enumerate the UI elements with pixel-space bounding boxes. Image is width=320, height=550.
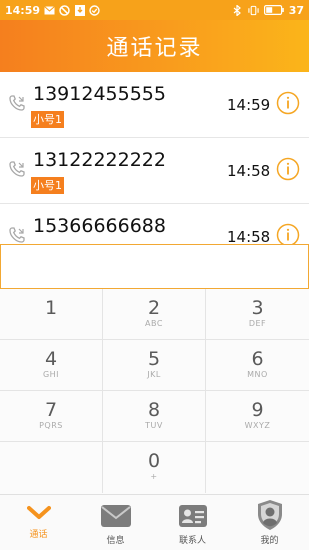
tab-messages[interactable]: 信息 (77, 495, 154, 550)
bluetooth-icon (232, 4, 243, 16)
key-digit: 8 (147, 399, 161, 421)
key-digit: 1 (44, 297, 58, 319)
phone-call-icon (8, 226, 26, 244)
key-4[interactable]: 4 GHI (0, 340, 103, 391)
key-letters: DEF (248, 319, 267, 328)
dial-number-input[interactable] (0, 244, 309, 289)
key-letters: PQRS (39, 421, 63, 430)
line-tag-badge: 小号1 (31, 177, 64, 194)
call-log-list[interactable]: 13912455555 小号1 14:59 13122222222 小号1 14… (0, 72, 309, 247)
key-letters: MNO (247, 370, 268, 379)
call-time: 14:58 (227, 162, 271, 180)
key-0[interactable]: 0 + (103, 442, 206, 493)
phone-call-icon (8, 160, 26, 178)
call-number: 15366666688 (33, 215, 166, 237)
envelope-icon (100, 504, 132, 532)
tab-label: 联系人 (178, 536, 206, 546)
key-blank-left[interactable] (0, 442, 103, 493)
contact-card-icon (178, 504, 208, 532)
key-6[interactable]: 6 MNO (206, 340, 309, 391)
key-3[interactable]: 3 DEF (206, 289, 309, 340)
key-letters: JKL (147, 370, 161, 379)
key-7[interactable]: 7 PQRS (0, 391, 103, 442)
download-icon (74, 4, 85, 16)
key-8[interactable]: 8 TUV (103, 391, 206, 442)
key-letters: GHI (42, 370, 60, 379)
key-digit: 7 (44, 399, 58, 421)
key-letters: WXYZ (244, 421, 271, 430)
battery-level: 37 (288, 3, 304, 17)
key-9[interactable]: 9 WXYZ (206, 391, 309, 442)
tab-label: 我的 (260, 536, 279, 546)
key-letters: + (150, 472, 158, 481)
tab-label: 信息 (106, 536, 125, 546)
phone-call-icon (8, 94, 26, 112)
shield-avatar-icon (256, 499, 284, 535)
call-number: 13912455555 (33, 83, 166, 105)
dial-keypad: 1 2 ABC 3 DEF 4 GHI 5 JKL 6 MNO 7 PQRS 8… (0, 289, 309, 494)
vibrate-icon (248, 5, 259, 16)
key-2[interactable]: 2 ABC (103, 289, 206, 340)
tab-contacts[interactable]: 联系人 (154, 495, 231, 550)
block-icon (59, 4, 70, 16)
call-log-row[interactable]: 13912455555 小号1 14:59 (0, 72, 309, 138)
key-digit: 2 (147, 297, 161, 319)
key-5[interactable]: 5 JKL (103, 340, 206, 391)
call-time: 14:59 (227, 96, 271, 114)
key-digit: 9 (251, 399, 264, 421)
info-icon[interactable] (276, 91, 300, 115)
key-digit: 5 (147, 348, 161, 370)
key-digit: 4 (44, 348, 58, 370)
tab-profile[interactable]: 我的 (231, 495, 308, 550)
call-log-row[interactable]: 13122222222 小号1 14:58 (0, 138, 309, 204)
bottom-tab-bar: 通话 信息 联系人 我的 (0, 494, 309, 550)
tab-calls[interactable]: 通话 (0, 495, 77, 550)
call-log-row[interactable]: 15366666688 14:58 (0, 204, 309, 247)
tab-label: 通话 (29, 530, 48, 540)
key-blank-right[interactable] (206, 442, 309, 493)
key-digit: 0 (147, 450, 161, 472)
battery-icon (263, 5, 284, 16)
info-icon[interactable] (276, 157, 300, 181)
key-digit: 3 (251, 297, 264, 319)
status-time: 14:59 (5, 3, 41, 17)
key-letters: ABC (145, 319, 163, 328)
status-bar: 14:59 37 (0, 0, 309, 20)
app-header: 通话记录 (0, 20, 309, 72)
call-number: 13122222222 (33, 149, 166, 171)
chevron-down-icon (26, 505, 51, 525)
page-title: 通话记录 (106, 36, 203, 61)
check-circle-icon (89, 4, 100, 16)
key-letters: TUV (145, 421, 163, 430)
key-1[interactable]: 1 (0, 289, 103, 340)
mail-icon (44, 5, 55, 16)
line-tag-badge: 小号1 (31, 111, 64, 128)
key-digit: 6 (251, 348, 264, 370)
